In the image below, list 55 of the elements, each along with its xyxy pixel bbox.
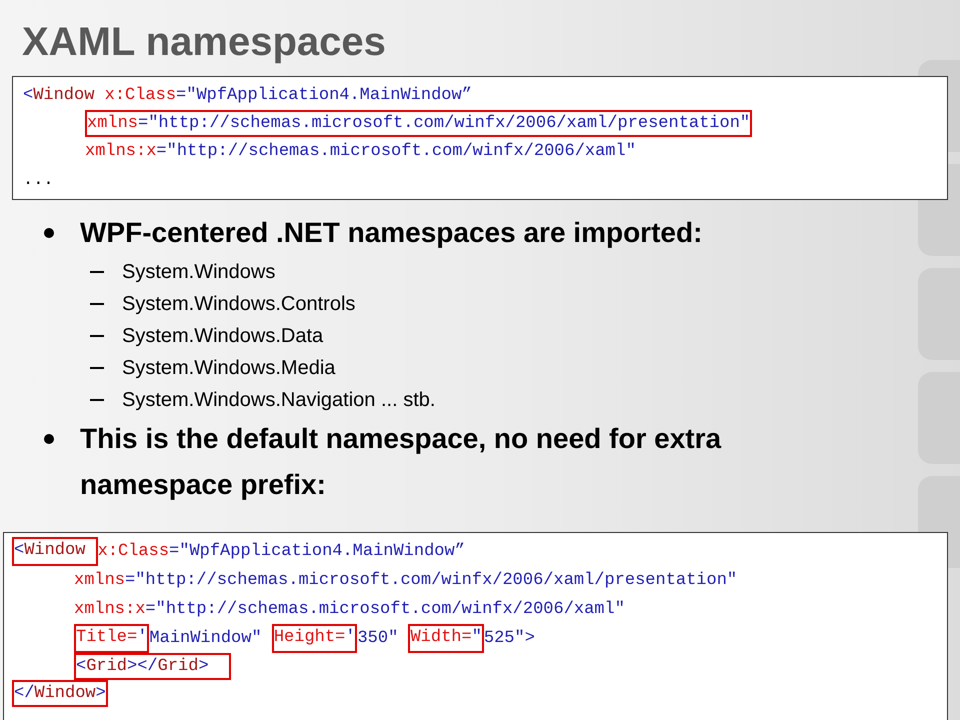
- code-token: Grid: [158, 656, 198, 678]
- code-token: Window: [24, 540, 86, 562]
- code-token: <: [14, 540, 24, 562]
- code-token: ></: [127, 656, 158, 678]
- code-token: <: [23, 85, 34, 107]
- bullet-text: This is the default namespace, no need for extra namespace prefix:: [80, 422, 722, 502]
- code-token: ': [345, 627, 356, 649]
- code-token: x:Class: [104, 85, 176, 107]
- code-token: "WpfApplication4.MainWindow”: [179, 541, 465, 563]
- code-token: Window: [34, 683, 96, 705]
- code-token: </: [14, 683, 34, 705]
- sub-item-text: System.Windows.Data: [122, 324, 324, 349]
- code-token: "WpfApplication4.MainWindow”: [186, 85, 472, 107]
- sub-item-text: System.Windows: [122, 260, 276, 285]
- code-token: xmlns:x: [74, 599, 146, 621]
- dash-icon: [90, 399, 104, 401]
- code-token: Title=: [76, 627, 138, 649]
- code-token: ...: [23, 170, 54, 192]
- code-token: =: [156, 141, 167, 163]
- code-token: xmlns: [87, 113, 138, 135]
- sub-item-text: System.Windows.Navigation ... stb.: [122, 388, 436, 413]
- code-token: Window: [33, 85, 96, 107]
- code-token: "http://schemas.microsoft.com/winfx/2006/xaml": [166, 141, 636, 163]
- dash-icon: [90, 271, 104, 273]
- bullet-icon: [44, 228, 54, 238]
- code-token: xmlns:x: [85, 141, 156, 163]
- code-token: ": [472, 627, 482, 649]
- dash-icon: [90, 303, 104, 305]
- code-token: Grid: [86, 656, 128, 678]
- code-token: <: [76, 656, 86, 678]
- code-token: 350": [357, 628, 400, 650]
- code-token: x:Class: [98, 541, 170, 563]
- code-token: Width=: [410, 627, 472, 649]
- slide-title: XAML namespaces: [21, 19, 387, 66]
- code-token: Height=: [274, 627, 346, 649]
- bullet-icon: [44, 434, 54, 444]
- sub-item-text: System.Windows.Media: [122, 356, 336, 381]
- code-token: "http://schemas.microsoft.com/winfx/2006/xaml": [156, 599, 625, 621]
- bullet-text: WPF-centered .NET namespaces are imported:: [80, 216, 704, 250]
- code-token: =: [125, 570, 136, 592]
- code-token: xmlns: [74, 570, 126, 592]
- code-token: ': [137, 627, 148, 649]
- code-token: >: [198, 656, 210, 678]
- code-token: =: [176, 85, 186, 107]
- code-token: =: [145, 599, 156, 621]
- code-token: "http://schemas.microsoft.com/winfx/2006/xaml/presentation": [135, 570, 738, 592]
- code-token: "http://schemas.microsoft.com/winfx/2006/xaml/presentation": [148, 113, 750, 135]
- code-token: =: [138, 113, 148, 135]
- sub-item-text: System.Windows.Controls: [122, 292, 356, 317]
- code-token: =: [169, 541, 180, 563]
- code-token: MainWindow": [149, 628, 263, 650]
- code-token: 525">: [484, 628, 535, 650]
- dash-icon: [90, 367, 104, 369]
- code-token: >: [96, 683, 106, 705]
- dash-icon: [90, 335, 104, 337]
